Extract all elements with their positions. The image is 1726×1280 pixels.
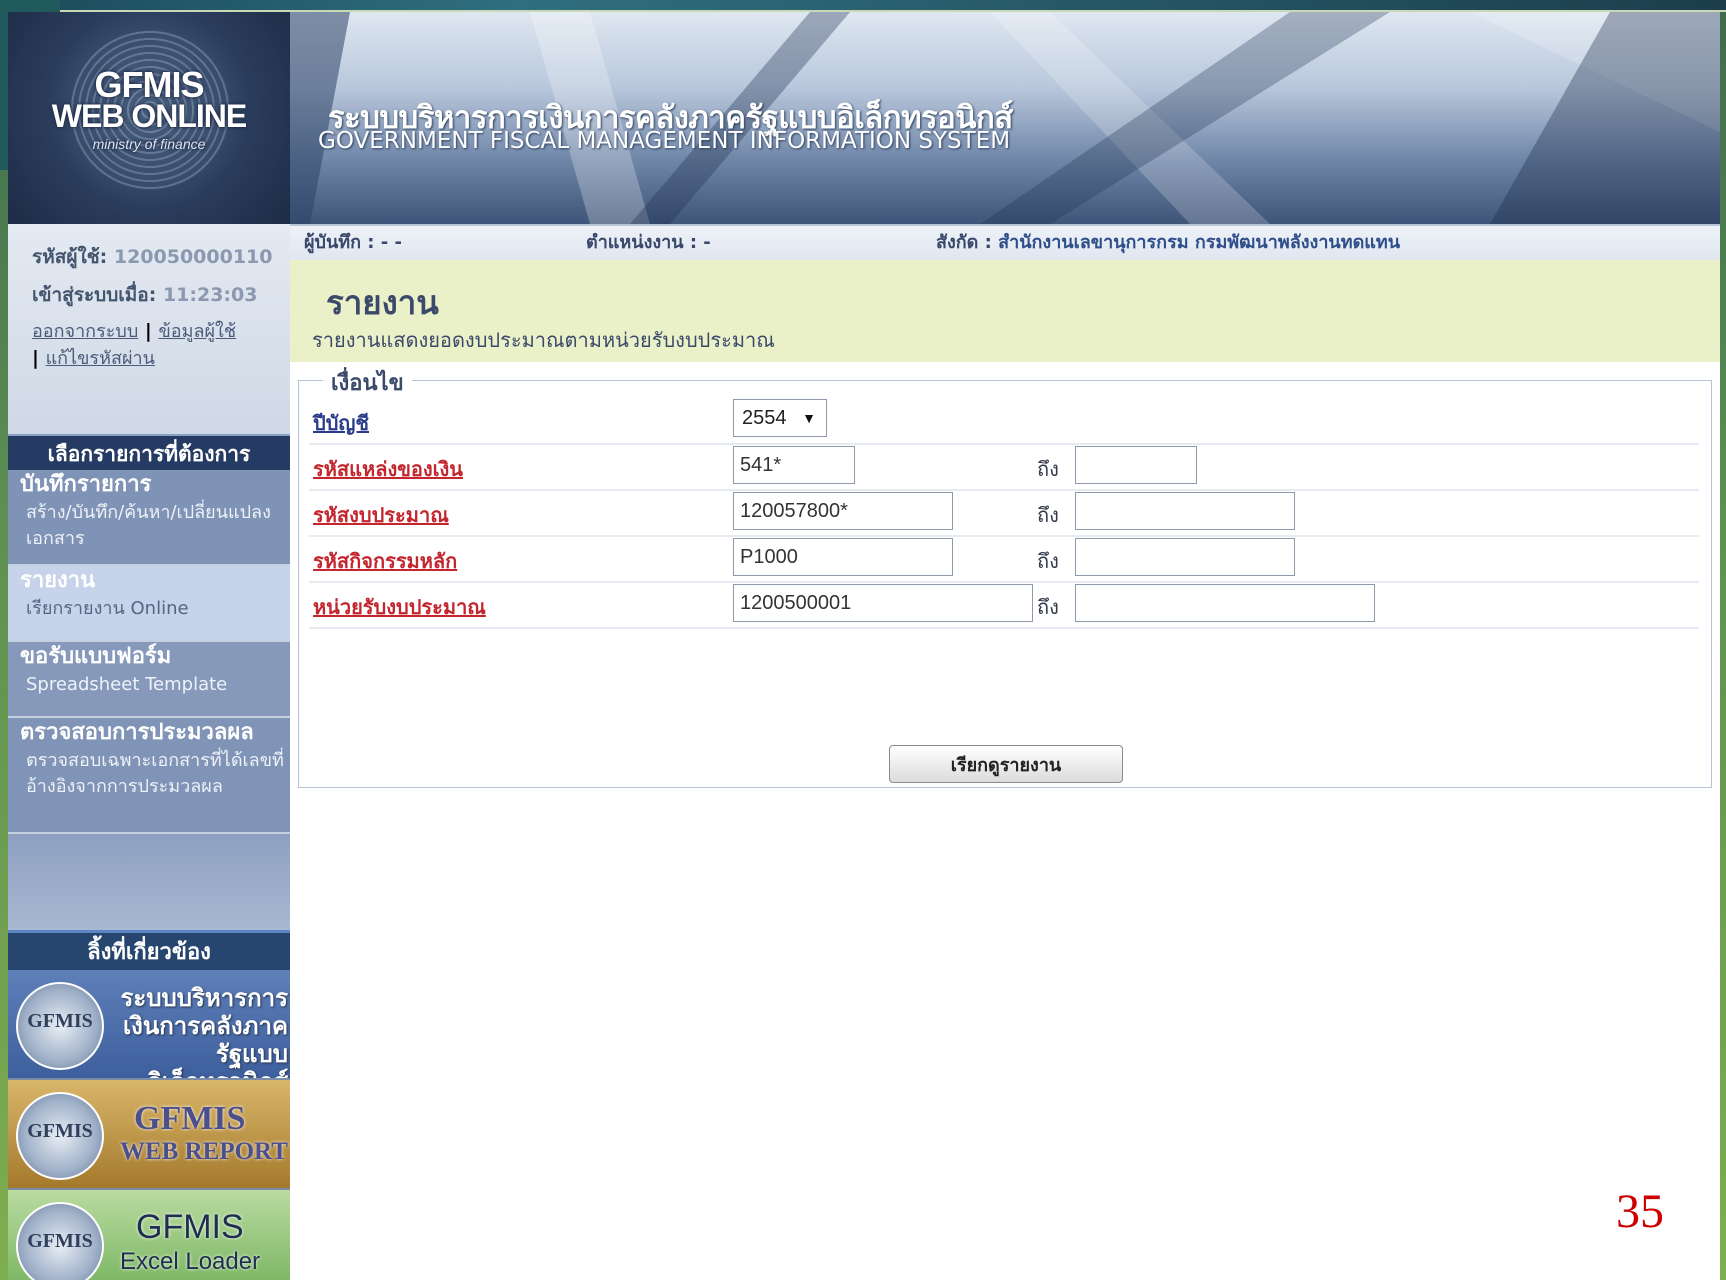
fiscal-year-select[interactable]: 2554 ▼ [733,399,827,437]
budget-code-to-input[interactable] [1075,492,1295,530]
budget-code-from-input[interactable] [733,492,953,530]
menu-item-desc: Spreadsheet Template [26,674,228,695]
dropdown-arrow-icon: ▼ [802,410,816,426]
main-activity-label[interactable]: รหัสกิจกรรมหลัก [313,545,457,577]
slide-top-bar [0,0,1726,12]
condition-form: เงื่อนไข ปีบัญชี 2554 ▼ รหัสแหล่งของเงิน… [298,365,1712,788]
budget-unit-to-input[interactable] [1075,584,1375,622]
menu-item-title: ตรวจสอบการประมวลผล [20,720,254,745]
fund-source-to-input[interactable] [1075,446,1197,484]
menu-item-process-check[interactable]: ตรวจสอบการประมวลผล ตรวจสอบเฉพาะเอกสารที่… [8,718,290,834]
budget-unit-from-input[interactable] [733,584,1033,622]
user-id-value: 120050000110 [113,246,273,268]
menu-item-title: ขอรับแบบฟอร์ม [20,644,172,669]
banner-text: ระบบบริหารการเงินการคลังภาครัฐแบบอิเล็กท… [120,984,288,1078]
form-legend: เงื่อนไข [323,365,412,400]
related-links-header: ลิ้งที่เกี่ยวข้อง [8,930,290,973]
organization-value: สำนักงานเลขานุการกรม กรมพัฒนาพลังงานทดแท… [998,232,1401,253]
gfmis-seal-icon: GFMIS [16,1092,104,1180]
menu-item-desc: สร้าง/บันทึก/ค้นหา/เปลี่ยนแปลง เอกสาร [26,502,271,549]
logo-line-2: WEB ONLINE [51,98,247,134]
menu-item-record[interactable]: บันทึกรายการ สร้าง/บันทึก/ค้นหา/เปลี่ยนแ… [8,470,290,566]
seal-text: GFMIS [27,1230,93,1252]
gfmis-excel-loader-banner[interactable]: GFMIS GFMIS Excel Loader [8,1190,290,1280]
to-label: ถึง [1037,503,1059,527]
seal-text: GFMIS [27,1010,93,1032]
link-separator: | [144,320,152,342]
change-password-link[interactable]: แก้ไขรหัสผ่าน [46,348,155,369]
budget-unit-label[interactable]: หน่วยรับงบประมาณ [313,591,486,623]
menu-item-report[interactable]: รายงาน เรียกรายงาน Online [8,566,290,642]
recorder-info: ผู้บันทึก : - - [304,232,402,253]
fund-source-from-input[interactable] [733,446,855,484]
menu-item-desc: ตรวจสอบเฉพาะเอกสารที่ได้เลขที่อ้างอิงจาก… [26,750,284,797]
organization-info: สังกัด : สำนักงานเลขานุการกรม กรมพัฒนาพล… [936,226,1400,260]
seal-text: GFMIS [27,1120,93,1142]
system-header: ระบบบริหารการเงินการคลังภาครัฐแบบอิเล็กท… [290,12,1720,224]
logo-line-3: ministry of finance [92,136,206,152]
organization-label: สังกัด : [936,232,992,253]
user-id-row: รหัสผู้ใช้: 120050000110 [32,238,290,276]
position-info: ตำแหน่งงาน : - [586,232,711,253]
form-row-budget-code: รหัสงบประมาณ ถึง [309,489,1699,537]
gfmis-seal-icon: GFMIS [16,982,104,1070]
login-time-row: เข้าสู่ระบบเมื่อ: 11:23:03 [32,276,290,314]
app-window: GFMIS WEB ONLINE ministry of finance รหั… [8,12,1720,1280]
user-profile-link[interactable]: ข้อมูลผู้ใช้ [158,321,236,342]
menu-spacer [8,834,290,930]
menu-item-title: บันทึกรายการ [20,472,152,497]
sidebar: GFMIS WEB ONLINE ministry of finance รหั… [8,12,290,1280]
to-label: ถึง [1037,549,1059,573]
banner-title: GFMIS [134,1100,246,1137]
fund-source-label[interactable]: รหัสแหล่งของเงิน [313,453,463,485]
user-info-panel: รหัสผู้ใช้: 120050000110 เข้าสู่ระบบเมื่… [8,224,290,436]
slide-page-number: 35 [1616,1185,1664,1238]
form-row-main-activity: รหัสกิจกรรมหลัก ถึง [309,535,1699,583]
banner-title: GFMIS [136,1208,244,1246]
page-title: รายงาน [326,283,439,322]
menu-header: เลือกรายการที่ต้องการ [8,434,290,472]
logout-link[interactable]: ออกจากระบบ [32,321,138,342]
banner-subtitle: Excel Loader [120,1248,261,1275]
form-row-fiscal-year: ปีบัญชี 2554 ▼ [309,397,1699,445]
gfmis-logo[interactable]: GFMIS WEB ONLINE ministry of finance [8,12,290,224]
login-time-value: 11:23:03 [162,284,258,306]
gfmis-seal-icon: GFMIS [16,1202,104,1280]
login-time-label: เข้าสู่ระบบเมื่อ: [32,284,157,306]
link-separator: | [32,347,39,369]
gfmis-web-report-banner[interactable]: GFMIS GFMIS WEB REPORT [8,1080,290,1188]
budget-code-label[interactable]: รหัสงบประมาณ [313,499,449,531]
menu-item-title: รายงาน [20,568,96,593]
system-title-english: GOVERNMENT FISCAL MANAGEMENT INFORMATION… [318,128,1011,154]
menu-item-desc: เรียกรายงาน Online [26,598,189,619]
page-subtitle: รายงานแสดงยอดงบประมาณตามหน่วยรับงบประมาณ [312,328,775,352]
user-info-bar: ผู้บันทึก : - - ตำแหน่งงาน : - สังกัด : … [290,224,1720,262]
fiscal-year-label[interactable]: ปีบัญชี [313,407,369,439]
fiscal-year-value: 2554 [742,407,787,429]
page-title-panel: รายงาน รายงานแสดงยอดงบประมาณตามหน่วยรับง… [290,260,1720,362]
banner-subtitle: WEB REPORT [120,1138,288,1165]
view-report-button[interactable]: เรียกดูรายงาน [889,745,1123,783]
user-id-label: รหัสผู้ใช้: [32,246,108,268]
to-label: ถึง [1037,457,1059,481]
main-activity-to-input[interactable] [1075,538,1295,576]
to-label: ถึง [1037,595,1059,619]
gfmis-main-banner[interactable]: GFMIS ระบบบริหารการเงินการคลังภาครัฐแบบอ… [8,970,290,1078]
form-row-budget-unit: หน่วยรับงบประมาณ ถึง [309,581,1699,629]
user-links: ออกจากระบบ | ข้อมูลผู้ใช้ | แก้ไขรหัสผ่า… [32,318,272,372]
form-row-fund-source: รหัสแหล่งของเงิน ถึง [309,443,1699,491]
menu-item-forms[interactable]: ขอรับแบบฟอร์ม Spreadsheet Template [8,642,290,718]
main-activity-from-input[interactable] [733,538,953,576]
